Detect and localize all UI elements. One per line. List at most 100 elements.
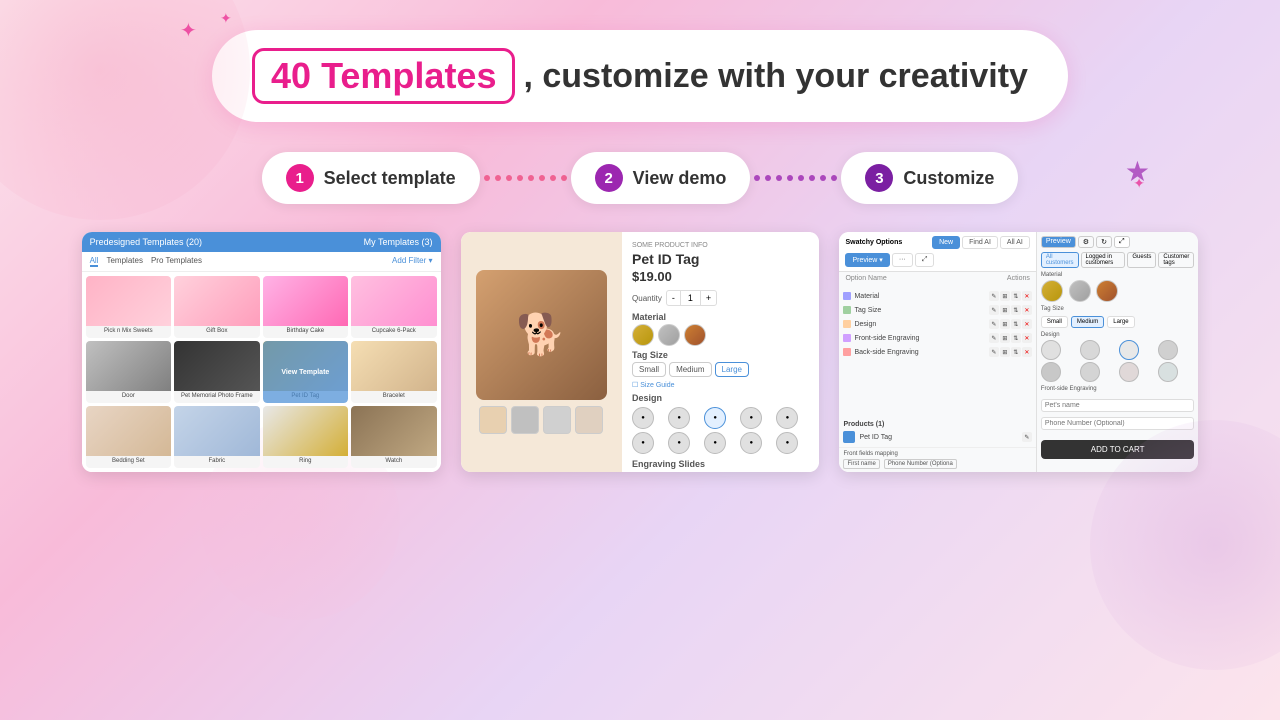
toolbar-expand-btn[interactable]: ⤢ [915,253,935,267]
toolbar-preview-btn[interactable]: Preview ▾ [845,253,889,267]
design-6[interactable]: ● [632,432,654,454]
prod-edit-btn[interactable]: ✎ [1022,432,1032,442]
filter-logged[interactable]: Logged in customers [1081,252,1126,268]
size-guide-link[interactable]: ☐ Size Guide [632,381,809,389]
add-to-cart-button[interactable]: ADD TO CART [1041,440,1195,459]
copy-btn-2[interactable]: ⊞ [1000,305,1010,315]
move-btn-3[interactable]: ⇅ [1011,319,1021,329]
design-3[interactable]: ● [704,407,726,429]
copy-btn-4[interactable]: ⊞ [1000,333,1010,343]
thumbnail-4[interactable] [575,406,603,434]
qty-minus[interactable]: - [667,291,681,305]
mat-circle-3[interactable] [1096,280,1118,302]
move-btn[interactable]: ⇅ [1011,291,1021,301]
design-7[interactable]: ● [668,432,690,454]
material-option-3[interactable] [684,324,706,346]
del-btn-2[interactable]: ✕ [1022,305,1032,315]
toolbar-extra-btn[interactable]: ··· [892,253,913,267]
edit-btn-3[interactable]: ✎ [989,319,999,329]
add-filter-btn[interactable]: Add Filter ▾ [392,256,432,267]
mat-circle-1[interactable] [1041,280,1063,302]
field-phone[interactable]: Phone Number (Optiona [884,459,957,469]
design-circle-5[interactable] [1041,362,1061,382]
design-10[interactable]: ● [776,432,798,454]
field-name[interactable]: First name [843,459,879,469]
list-item[interactable]: Bedding Set [86,406,171,468]
tab-templates[interactable]: Templates [106,256,142,267]
list-item[interactable]: Door [86,341,171,403]
toolbar-findai-btn[interactable]: Find AI [962,236,998,249]
move-btn-5[interactable]: ⇅ [1011,347,1021,357]
toolbar-new-btn[interactable]: New [932,236,960,249]
phone-input[interactable] [1041,417,1195,430]
edit-btn-2[interactable]: ✎ [989,305,999,315]
copy-btn[interactable]: ⊞ [1000,291,1010,301]
step-2[interactable]: 2 View demo [571,152,751,204]
list-item[interactable]: Birthday Cake [263,276,348,338]
design-2[interactable]: ● [668,407,690,429]
filter-custom[interactable]: Customer tags [1158,252,1194,268]
list-item[interactable]: Fabric [174,406,259,468]
design-circle-7[interactable] [1119,362,1139,382]
design-9[interactable]: ● [740,432,762,454]
list-item[interactable]: Pick n Mix Sweets [86,276,171,338]
list-item[interactable]: Cupcake 6-Pack [351,276,436,338]
del-btn-3[interactable]: ✕ [1022,319,1032,329]
design-circle-4[interactable] [1158,340,1178,360]
copy-btn-5[interactable]: ⊞ [1000,347,1010,357]
design-8[interactable]: ● [704,432,726,454]
list-item[interactable]: Bracelet [351,341,436,403]
pet-name-input[interactable] [1041,399,1195,412]
tab-all[interactable]: All [90,256,99,267]
step-1[interactable]: 1 Select template [262,152,480,204]
thumbnail-1[interactable] [479,406,507,434]
view-template-overlay[interactable]: View Template [263,341,348,403]
material-option-2[interactable] [658,324,680,346]
move-btn-4[interactable]: ⇅ [1011,333,1021,343]
move-btn-2[interactable]: ⇅ [1011,305,1021,315]
expand-btn[interactable]: ⤢ [1114,236,1130,248]
design-circle-8[interactable] [1158,362,1178,382]
edit-btn-5[interactable]: ✎ [989,347,999,357]
design-circle-3[interactable] [1119,340,1139,360]
thumbnail-2[interactable] [511,406,539,434]
list-item[interactable]: Ring [263,406,348,468]
design-4[interactable]: ● [740,407,762,429]
del-btn-5[interactable]: ✕ [1022,347,1032,357]
qty-plus[interactable]: + [700,291,716,305]
engraving-front-radio[interactable] [632,472,640,473]
swatch-large[interactable]: Large [1107,316,1134,328]
size-btn-large[interactable]: Large [715,362,749,377]
step-3[interactable]: 3 Customize [841,152,1018,204]
design-circle-6[interactable] [1080,362,1100,382]
design-1[interactable]: ● [632,407,654,429]
copy-btn-3[interactable]: ⊞ [1000,319,1010,329]
design-circle-2[interactable] [1080,340,1100,360]
size-btn-small[interactable]: Small [632,362,666,377]
tab-pro[interactable]: Pro Templates [151,256,202,267]
swatch-medium[interactable]: Medium [1071,316,1104,328]
list-item[interactable]: Pet Memorial Photo Frame [174,341,259,403]
engraving-front-option[interactable]: Front Only [632,471,809,472]
material-option-1[interactable] [632,324,654,346]
edit-btn[interactable]: ✎ [989,291,999,301]
refresh-btn[interactable]: ↻ [1096,236,1112,248]
design-circle-1[interactable] [1041,340,1061,360]
edit-btn-4[interactable]: ✎ [989,333,999,343]
del-btn-4[interactable]: ✕ [1022,333,1032,343]
list-item[interactable]: Watch [351,406,436,468]
settings-btn[interactable]: ⚙ [1078,236,1094,248]
thumbnail-3[interactable] [543,406,571,434]
mat-circle-2[interactable] [1069,280,1091,302]
swatch-small[interactable]: Small [1041,316,1068,328]
design-5[interactable]: ● [776,407,798,429]
filter-guest[interactable]: Guests [1127,252,1156,268]
size-btn-medium[interactable]: Medium [669,362,711,377]
quantity-stepper[interactable]: - 1 + [666,290,717,306]
preview-btn[interactable]: Preview [1041,236,1076,248]
filter-all[interactable]: All customers [1041,252,1079,268]
del-btn[interactable]: ✕ [1022,291,1032,301]
list-item[interactable]: Gift Box [174,276,259,338]
list-item[interactable]: View Template Pet ID Tag [263,341,348,403]
toolbar-allai-btn[interactable]: All AI [1000,236,1030,249]
